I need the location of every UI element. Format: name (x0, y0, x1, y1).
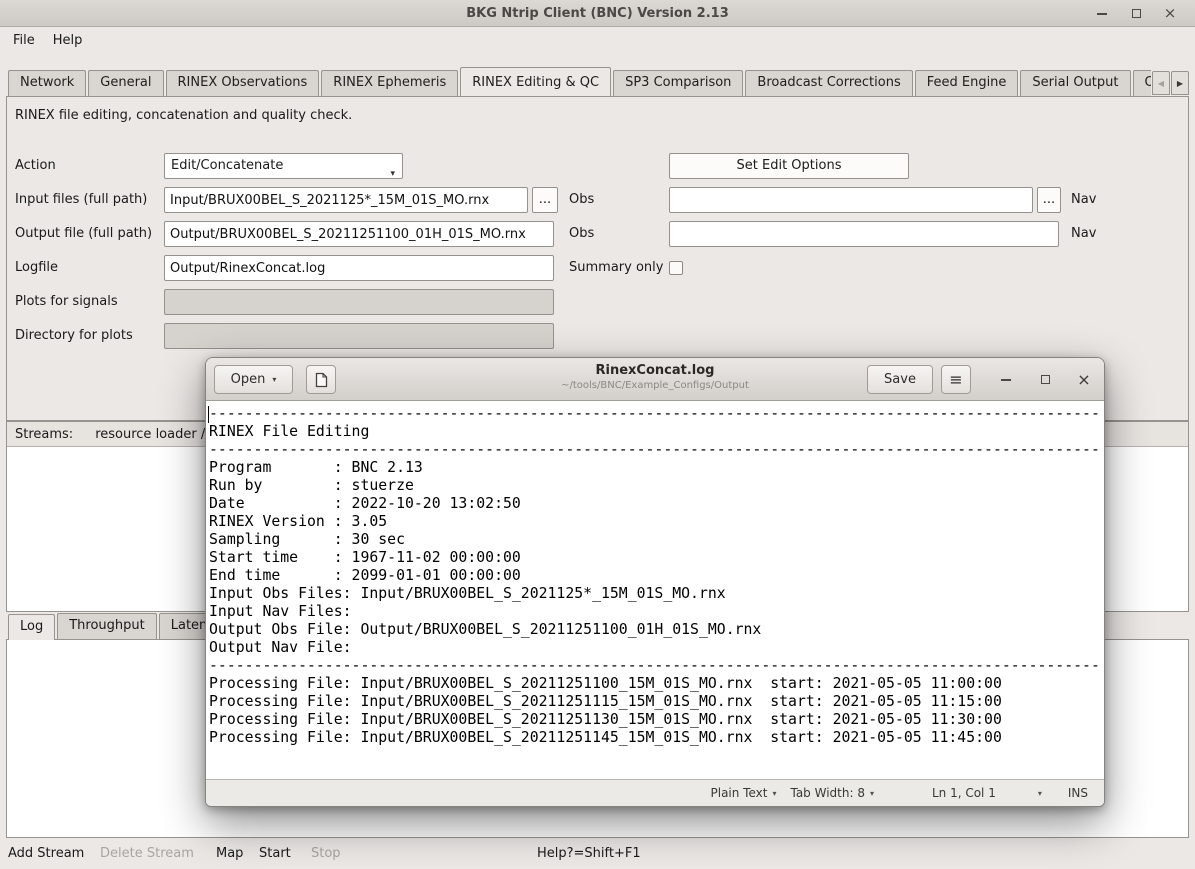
action-select[interactable]: Edit/Concatenate ▾ (164, 153, 403, 179)
gedit-title: RinexConcat.log (366, 363, 944, 378)
plots-dir-field (164, 323, 554, 349)
scroll-right-icon: ▶ (1177, 79, 1183, 88)
minimize-icon (1001, 379, 1011, 381)
nav-label-output: Nav (1071, 221, 1096, 247)
goto-line-dropdown[interactable]: ▾ (1038, 789, 1042, 798)
editor-text[interactable]: ----------------------------------------… (209, 405, 1100, 747)
add-stream-button[interactable]: Add Stream (8, 838, 84, 869)
gedit-headerbar[interactable]: Open ▾ RinexConcat.log ~/tools/BNC/Examp… (206, 358, 1104, 401)
maximize-button[interactable] (1119, 0, 1153, 27)
output-nav-field[interactable] (669, 221, 1059, 247)
input-nav-files-field[interactable] (669, 187, 1033, 213)
maximize-icon (1041, 375, 1050, 384)
plots-dir-label: Directory for plots (15, 323, 133, 349)
scroll-left-icon: ◀ (1158, 79, 1164, 88)
tab-rinex-editing-qc[interactable]: RINEX Editing & QC (460, 67, 611, 96)
screen: BKG Ntrip Client (BNC) Version 2.13 × Fi… (0, 0, 1195, 869)
save-button[interactable]: Save (867, 365, 933, 394)
tab-feed-engine[interactable]: Feed Engine (915, 70, 1019, 96)
tab-outages[interactable]: Outages (1133, 70, 1152, 96)
tab-rinex-ephemeris[interactable]: RINEX Ephemeris (321, 70, 458, 96)
streams-value: resource loader / n (95, 427, 217, 442)
plots-label: Plots for signals (15, 289, 118, 315)
tab-width-selector[interactable]: Tab Width: 8 ▾ (790, 786, 874, 800)
chevron-down-icon: ▾ (772, 789, 776, 798)
titlebar[interactable]: BKG Ntrip Client (BNC) Version 2.13 × (0, 0, 1195, 27)
panel-description: RINEX file editing, concatenation and qu… (15, 103, 352, 129)
window-controls: × (1085, 0, 1187, 27)
open-button[interactable]: Open ▾ (214, 365, 293, 394)
tab-width-label: Tab Width: 8 (790, 786, 864, 800)
gedit-title-block: RinexConcat.log ~/tools/BNC/Example_Conf… (366, 363, 944, 391)
close-icon: × (1077, 370, 1090, 389)
gedit-window: Open ▾ RinexConcat.log ~/tools/BNC/Examp… (205, 357, 1105, 807)
gedit-close-button[interactable]: × (1071, 366, 1097, 393)
tab-scroll-buttons: ◀ ▶ (1151, 71, 1189, 95)
logfile-label: Logfile (15, 255, 58, 281)
tab-strip: Network General RINEX Observations RINEX… (6, 60, 1151, 96)
summary-only-label: Summary only (569, 255, 663, 281)
language-label: Plain Text (711, 786, 768, 800)
bottom-tab-log[interactable]: Log (8, 614, 55, 640)
gedit-subtitle: ~/tools/BNC/Example_Configs/Output (366, 380, 944, 391)
chevron-down-icon: ▾ (1038, 789, 1042, 798)
insert-mode-indicator: INS (1068, 786, 1088, 800)
set-edit-options-button[interactable]: Set Edit Options (669, 153, 909, 179)
input-nav-browse-button[interactable]: ... (1037, 187, 1061, 213)
map-button[interactable]: Map (216, 838, 243, 869)
maximize-icon (1132, 9, 1141, 18)
nav-label-input: Nav (1071, 187, 1096, 213)
output-file-label: Output file (full path) (15, 221, 152, 247)
new-document-icon (315, 372, 328, 388)
tab-rinex-observations[interactable]: RINEX Observations (166, 70, 320, 96)
streams-label: Streams: (15, 427, 73, 442)
plots-field (164, 289, 554, 315)
chevron-down-icon: ▾ (390, 162, 395, 186)
menu-item-file[interactable]: File (4, 29, 44, 52)
tab-general[interactable]: General (88, 70, 163, 96)
tab-broadcast-corrections[interactable]: Broadcast Corrections (745, 70, 912, 96)
close-button[interactable]: × (1153, 0, 1187, 27)
stop-button: Stop (311, 838, 341, 869)
chevron-down-icon: ▾ (870, 789, 874, 798)
chevron-down-icon: ▾ (272, 375, 276, 384)
action-value: Edit/Concatenate (171, 158, 283, 173)
start-button[interactable]: Start (259, 838, 291, 869)
output-obs-field[interactable] (164, 221, 554, 247)
language-selector[interactable]: Plain Text ▾ (711, 786, 777, 800)
action-label: Action (15, 153, 56, 179)
new-document-button[interactable] (306, 365, 336, 394)
minimize-button[interactable] (1085, 0, 1119, 27)
gedit-maximize-button[interactable] (1032, 366, 1058, 393)
editor-area[interactable]: ----------------------------------------… (206, 401, 1104, 779)
help-hint: Help?=Shift+F1 (537, 838, 641, 869)
tab-scroll-left-button[interactable]: ◀ (1152, 71, 1170, 95)
logfile-field[interactable] (164, 255, 554, 281)
cursor-position[interactable]: Ln 1, Col 1 (932, 786, 996, 800)
menu-button[interactable]: ≡ (941, 365, 971, 394)
input-files-field[interactable] (164, 187, 528, 213)
gedit-statusbar: Plain Text ▾ Tab Width: 8 ▾ Ln 1, Col 1 … (206, 779, 1104, 806)
tab-sp3-comparison[interactable]: SP3 Comparison (613, 70, 743, 96)
obs-label-input: Obs (569, 187, 594, 213)
gedit-minimize-button[interactable] (993, 366, 1019, 393)
input-files-browse-button[interactable]: ... (532, 187, 558, 213)
summary-only-checkbox[interactable] (669, 261, 683, 275)
bottom-toolbar: Add Stream Delete Stream Map Start Stop … (0, 838, 1195, 869)
tab-serial-output[interactable]: Serial Output (1020, 70, 1130, 96)
open-button-label: Open (231, 372, 266, 387)
input-files-label: Input files (full path) (15, 187, 147, 213)
window-title: BKG Ntrip Client (BNC) Version 2.13 (0, 6, 1195, 21)
menubar: File Help (0, 27, 1195, 53)
hamburger-icon: ≡ (949, 370, 962, 389)
minimize-icon (1097, 13, 1107, 15)
close-icon: × (1164, 6, 1177, 21)
delete-stream-button: Delete Stream (100, 838, 194, 869)
obs-label-output: Obs (569, 221, 594, 247)
tab-bar: Network General RINEX Observations RINEX… (6, 61, 1189, 97)
tab-scroll-right-button[interactable]: ▶ (1171, 71, 1189, 95)
menu-item-help[interactable]: Help (44, 29, 92, 52)
bottom-tab-throughput[interactable]: Throughput (57, 613, 157, 639)
tab-network[interactable]: Network (8, 70, 86, 96)
